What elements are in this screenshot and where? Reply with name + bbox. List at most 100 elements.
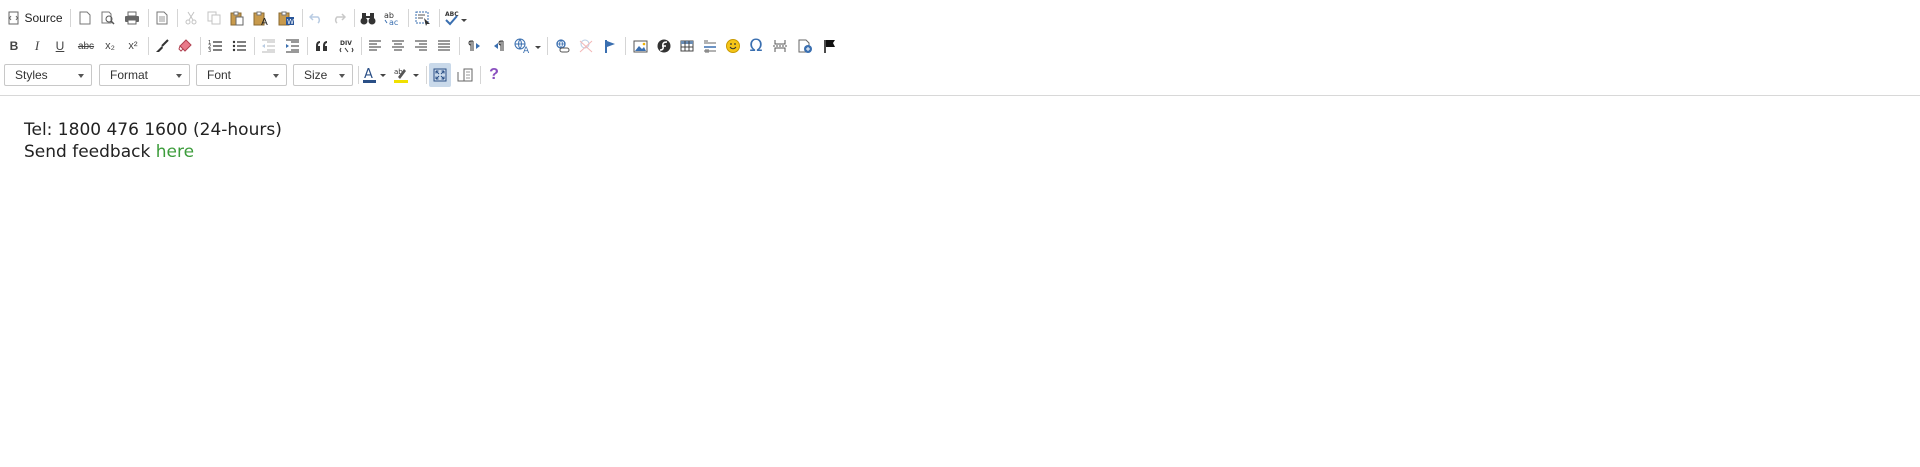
feedback-link[interactable]: here (156, 142, 194, 162)
svg-text:A: A (364, 67, 373, 82)
smiley-icon (726, 39, 740, 53)
templates-button[interactable] (152, 6, 172, 30)
feedback-text: Send feedback (24, 142, 156, 162)
strikethrough-button[interactable]: abc (74, 34, 98, 58)
flag-button[interactable] (820, 34, 840, 58)
svg-text:W: W (287, 18, 294, 26)
blockquote-button[interactable] (312, 34, 332, 58)
background-color-button[interactable]: ab (392, 63, 422, 87)
page-break-icon (773, 40, 787, 52)
language-button[interactable]: A (513, 34, 543, 58)
font-label: Font (207, 68, 232, 82)
paste-text-icon: A (253, 11, 268, 26)
paste-word-icon: W (278, 11, 294, 26)
copy-format-button[interactable] (152, 34, 172, 58)
align-center-button[interactable] (388, 34, 408, 58)
redo-button[interactable] (329, 6, 349, 30)
iframe-button[interactable] (795, 34, 815, 58)
bold-label: B (9, 39, 19, 53)
decrease-indent-button[interactable] (258, 34, 278, 58)
paste-button[interactable] (227, 6, 247, 30)
subscript-button[interactable]: x₂ (100, 34, 120, 58)
italic-label: I (34, 38, 40, 53)
bulleted-list-icon (232, 40, 246, 52)
separator (547, 37, 548, 55)
link-button[interactable] (551, 34, 573, 58)
horizontal-rule-button[interactable] (700, 34, 720, 58)
templates-icon (156, 11, 168, 25)
flash-icon (657, 39, 671, 53)
show-blocks-button[interactable] (454, 63, 476, 87)
align-right-button[interactable] (411, 34, 431, 58)
replace-button[interactable]: ab ac (381, 6, 403, 30)
separator (148, 37, 149, 55)
size-dropdown[interactable]: Size (293, 64, 353, 86)
paste-text-button[interactable]: A (250, 6, 272, 30)
separator (354, 9, 355, 27)
spellcheck-button[interactable]: ABC (443, 6, 469, 30)
special-char-button[interactable]: Ω (746, 34, 766, 58)
phone-line: Tel: 1800 476 1600 (24-hours) (24, 120, 282, 140)
help-button[interactable]: ? (483, 63, 505, 87)
superscript-label: x² (128, 40, 138, 52)
feedback-line: Send feedback here (24, 141, 282, 163)
separator (200, 37, 201, 55)
preview-button[interactable] (98, 6, 118, 30)
outdent-icon (261, 39, 275, 53)
print-button[interactable] (121, 6, 143, 30)
table-button[interactable] (677, 34, 697, 58)
image-button[interactable] (629, 34, 651, 58)
rtl-button[interactable] (489, 34, 509, 58)
cut-button[interactable] (181, 6, 201, 30)
quote-icon (316, 41, 327, 51)
paste-word-button[interactable]: W (275, 6, 297, 30)
bold-button[interactable]: B (4, 34, 24, 58)
justify-button[interactable] (434, 34, 454, 58)
align-right-icon (415, 40, 427, 51)
separator (408, 9, 409, 27)
new-page-icon (79, 11, 91, 25)
create-div-button[interactable]: DIV (336, 34, 356, 58)
text-color-icon: A (363, 67, 386, 83)
size-label: Size (304, 68, 328, 82)
page-break-button[interactable] (770, 34, 790, 58)
increase-indent-button[interactable] (282, 34, 302, 58)
superscript-button[interactable]: x² (123, 34, 143, 58)
remove-format-button[interactable] (175, 34, 195, 58)
select-all-icon (415, 11, 430, 26)
find-button[interactable] (358, 6, 378, 30)
styles-dropdown[interactable]: Styles (4, 64, 92, 86)
text-color-button[interactable]: A (361, 63, 389, 87)
ltr-button[interactable] (465, 34, 485, 58)
svg-text:A: A (261, 17, 268, 26)
svg-text:DIV: DIV (340, 40, 352, 47)
chevron-down-icon (176, 74, 182, 78)
anchor-button[interactable] (600, 34, 620, 58)
underline-button[interactable]: U (50, 34, 70, 58)
svg-text:A: A (523, 46, 530, 54)
unlink-icon (579, 39, 593, 53)
strikethrough-label: abc (77, 40, 95, 52)
smiley-button[interactable] (723, 34, 743, 58)
copy-button[interactable] (204, 6, 224, 30)
svg-text:ac: ac (389, 18, 398, 26)
language-icon: A (514, 38, 541, 54)
font-dropdown[interactable]: Font (196, 64, 287, 86)
align-left-button[interactable] (365, 34, 385, 58)
table-icon (680, 40, 694, 52)
editor-content[interactable]: Tel: 1800 476 1600 (24-hours) Send feedb… (24, 119, 282, 163)
div-container-icon: DIV (338, 40, 354, 52)
unlink-button[interactable] (576, 34, 596, 58)
flash-button[interactable] (654, 34, 674, 58)
subscript-label: x₂ (105, 40, 115, 52)
bulleted-list-button[interactable] (229, 34, 249, 58)
select-all-button[interactable] (412, 6, 434, 30)
copy-icon (207, 11, 221, 25)
undo-button[interactable] (306, 6, 326, 30)
format-dropdown[interactable]: Format (99, 64, 190, 86)
numbered-list-button[interactable]: 123 (205, 34, 225, 58)
italic-button[interactable]: I (27, 34, 47, 58)
source-button[interactable]: Source (6, 6, 64, 30)
new-page-button[interactable] (75, 6, 95, 30)
maximize-button[interactable] (429, 63, 451, 87)
